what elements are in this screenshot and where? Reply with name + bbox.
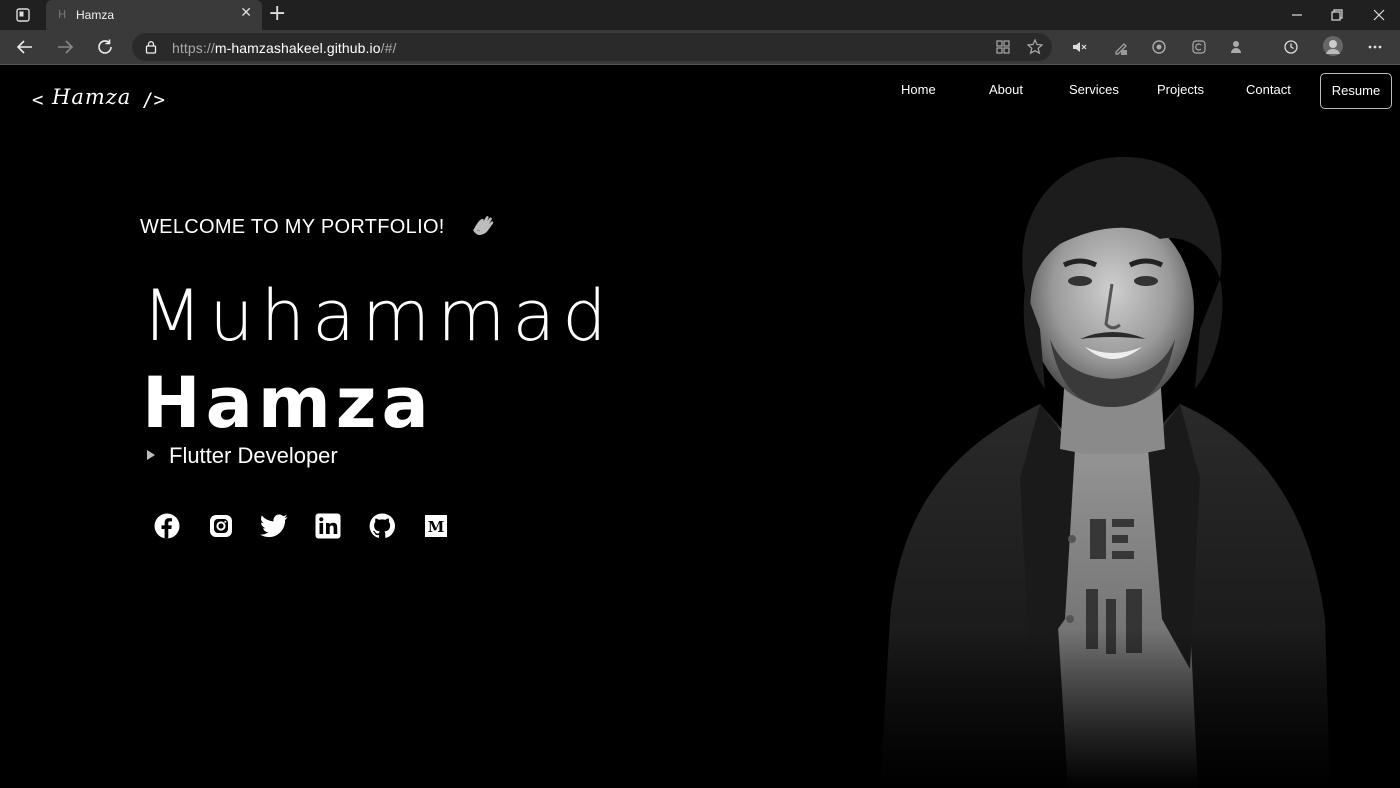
profile-photo xyxy=(880,149,1330,788)
logo-close-bracket: /> xyxy=(142,89,165,111)
tab-title: Hamza xyxy=(76,8,115,22)
apps-icon[interactable] xyxy=(994,38,1012,56)
more-menu-icon[interactable] xyxy=(1366,38,1384,56)
favorite-star-icon[interactable] xyxy=(1026,38,1044,56)
extension-person-icon[interactable] xyxy=(1228,38,1246,56)
extension-pen-icon[interactable] xyxy=(1112,38,1130,56)
minimize-icon[interactable] xyxy=(1288,6,1306,24)
tab-favicon-icon: H xyxy=(58,8,67,21)
facebook-icon[interactable] xyxy=(153,512,181,540)
twitter-icon[interactable] xyxy=(260,512,288,540)
mute-icon[interactable] xyxy=(1070,38,1088,56)
last-name-heading: Hamza xyxy=(142,362,434,444)
nav-home[interactable]: Home xyxy=(901,82,936,97)
instagram-icon[interactable] xyxy=(207,512,235,540)
linkedin-icon[interactable] xyxy=(314,512,342,540)
github-icon[interactable] xyxy=(368,512,396,540)
nav-projects[interactable]: Projects xyxy=(1157,82,1204,97)
logo-signature: Hamza xyxy=(52,85,132,109)
url-protocol: https:// xyxy=(172,40,215,56)
logo-open-bracket: < xyxy=(32,89,44,111)
close-window-icon[interactable] xyxy=(1370,6,1388,24)
url-path: /#/ xyxy=(380,40,397,56)
medium-icon[interactable]: M xyxy=(422,512,450,540)
resume-button[interactable]: Resume xyxy=(1320,73,1392,109)
welcome-heading: WELCOME TO MY PORTFOLIO! xyxy=(140,216,445,238)
waving-hand-icon xyxy=(473,216,494,235)
first-name-heading: Muhammad xyxy=(142,275,614,357)
url-text: https://m-hamzashakeel.github.io/#/ xyxy=(172,40,397,56)
site-logo[interactable]: < Hamza /> xyxy=(32,83,172,117)
extension-c-icon[interactable] xyxy=(1190,38,1208,56)
first-name-text: Muhammad xyxy=(142,275,614,357)
tab-actions-icon[interactable] xyxy=(12,4,34,26)
lock-icon[interactable] xyxy=(144,40,158,54)
url-host: m-hamzashakeel.github.io xyxy=(214,40,381,56)
address-bar[interactable]: https://m-hamzashakeel.github.io/#/ xyxy=(132,33,1052,61)
play-arrow-icon xyxy=(147,450,155,460)
restore-icon[interactable] xyxy=(1328,6,1346,24)
nav-contact[interactable]: Contact xyxy=(1246,82,1291,97)
medium-letter: M xyxy=(428,518,445,536)
browser-tab-strip: H Hamza ✕ + xyxy=(0,0,1400,30)
history-icon[interactable] xyxy=(1282,38,1300,56)
browser-tab-active[interactable]: H Hamza ✕ xyxy=(46,0,262,30)
role-subtitle: Flutter Developer xyxy=(169,443,338,468)
refresh-icon[interactable] xyxy=(94,36,116,58)
portfolio-page: < Hamza /> Home About Services Projects … xyxy=(0,65,1400,788)
nav-services[interactable]: Services xyxy=(1069,82,1119,97)
tab-close-icon[interactable]: ✕ xyxy=(240,5,252,21)
forward-icon[interactable] xyxy=(54,36,76,58)
browser-toolbar: https://m-hamzashakeel.github.io/#/ xyxy=(0,30,1400,64)
new-tab-icon[interactable]: + xyxy=(268,3,286,25)
back-icon[interactable] xyxy=(14,36,36,58)
extension-circle-icon[interactable] xyxy=(1150,38,1168,56)
nav-about[interactable]: About xyxy=(989,82,1023,97)
profile-avatar-icon[interactable] xyxy=(1322,35,1344,57)
